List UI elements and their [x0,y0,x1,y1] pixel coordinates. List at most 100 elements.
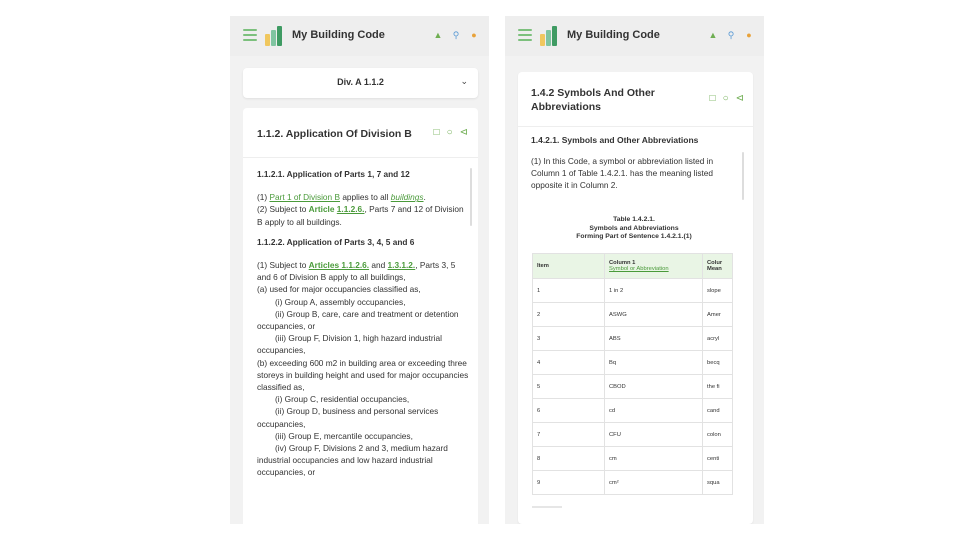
text: (ii) Group B, care, care and treatment o… [257,308,459,332]
cell-item: 4 [532,350,605,375]
hamburger-icon[interactable] [518,29,532,41]
user-icon[interactable]: ● [469,29,479,41]
cell-meaning: colon [702,422,733,447]
home-icon[interactable]: ▲ [708,29,718,41]
division-select-value: Div. A 1.1.2 [337,77,384,87]
list-item: (iv) Group F, Divisions 2 and 3, medium … [257,442,469,479]
top-bar: My Building Code ▲ ⚲ ● [505,16,764,56]
link-1-1-2-6[interactable]: 1.1.2.6. [337,204,365,214]
link-article[interactable]: Article [309,204,335,214]
text: (iii) Group F, Division 1, high hazard i… [257,333,442,356]
text: (ii) Group D, business and personal serv… [257,406,439,429]
scrollbar[interactable] [470,168,472,226]
table-row: 3 ABS acryl [532,326,733,351]
cell-symbol: Bq [604,350,703,375]
subsection-heading: 1.4.2.1. Symbols and Other Abbreviations [531,135,699,145]
header-link[interactable]: Symbol or Abbreviation [609,266,698,273]
cell-item: 5 [532,374,605,399]
comment-icon[interactable]: ○ [447,127,453,139]
list-item: (i) Group A, assembly occupancies, [275,296,406,307]
cell-meaning: cand [702,398,733,423]
section-title: 1.4.2 Symbols And Other Abbreviations [531,87,655,113]
col-header-meaning: Colur Mean [702,253,733,279]
top-bar: My Building Code ▲ ⚲ ● [230,16,489,56]
user-icon[interactable]: ● [744,29,754,41]
table-row: 4 Bq becq [532,350,733,375]
scrollbar[interactable] [742,152,744,200]
cell-item: 3 [532,326,605,351]
section-actions: □ ○ ⊲ [710,93,744,105]
hamburger-icon[interactable] [243,29,257,41]
top-actions: ▲ ⚲ ● [433,29,479,41]
section-header: 1.1.2. Application Of Division B □ ○ ⊲ [243,108,478,158]
subsection-heading: 1.1.2.2. Application of Parts 3, 4, 5 an… [257,236,415,247]
app-logo [265,26,287,46]
text: (1) [257,192,270,203]
cell-meaning: squa [702,470,733,495]
bookmark-icon[interactable]: □ [710,93,716,105]
text: . [423,192,426,203]
home-icon[interactable]: ▲ [433,29,443,41]
table-row: 2 ASWG Amer [532,302,733,327]
section-card: 1.1.2. Application Of Division B □ ○ ⊲ 1… [243,108,478,524]
col-header-item: Item [532,253,605,279]
cell-meaning: Amer [702,302,733,327]
list-item: (iii) Group F, Division 1, high hazard i… [257,332,469,356]
search-icon[interactable]: ⚲ [451,29,461,41]
cell-meaning: centi [702,446,733,471]
division-select[interactable]: Div. A 1.1.2 ⌄ [243,68,478,98]
text: (iv) Group F, Divisions 2 and 3, medium … [257,443,448,478]
cell-item: 2 [532,302,605,327]
list-item: (ii) Group B, care, care and treatment o… [257,308,469,332]
text: (1) Subject to [257,260,309,271]
cell-symbol: ASWG [604,302,703,327]
left-screen: My Building Code ▲ ⚲ ● Div. A 1.1.2 ⌄ 1.… [230,16,489,524]
caption-line: Forming Part of Sentence 1.4.2.1.(1) [576,233,692,241]
section-actions: □ ○ ⊲ [434,127,468,139]
chevron-down-icon: ⌄ [460,76,468,86]
list-item: (iii) Group E, mercantile occupancies, [275,430,413,441]
text: (2) Subject to [257,204,309,215]
text: applies to all [340,192,391,203]
comment-icon[interactable]: ○ [723,93,729,105]
divider [532,506,562,508]
cell-symbol: cm² [604,470,703,495]
cell-meaning: becq [702,350,733,375]
header-text: Mean [707,266,722,272]
list-item: (a) used for major occupancies classifie… [257,284,421,295]
table-row: 5 CBOD the fi [532,374,733,399]
link-part1[interactable]: Part 1 of Division B [269,192,340,202]
cell-symbol: ABS [604,326,703,351]
cell-item: 8 [532,446,605,471]
table-header-row: Item Column 1 Symbol or Abbreviation Colu… [532,253,733,279]
link-buildings[interactable]: buildings [391,192,424,202]
col-header-symbol: Column 1 Symbol or Abbreviation [604,253,703,279]
link-articles-1-1-2-6[interactable]: Articles 1.1.2.6. [309,260,369,270]
paragraph: (1) In this Code, a symbol or abbreviati… [531,156,714,191]
cell-item: 1 [532,278,605,303]
section-title: 1.1.2. Application Of Division B [257,128,412,140]
share-icon[interactable]: ⊲ [460,127,468,139]
table-row: 11 in 2 slope [532,278,733,303]
share-icon[interactable]: ⊲ [736,93,744,105]
section-header: 1.4.2 Symbols And Other Abbreviations □ … [518,72,753,127]
subsection-heading: 1.1.2.1. Application of Parts 1, 7 and 1… [257,169,410,179]
table-row: 9 cm² squa [532,470,733,495]
bookmark-icon[interactable]: □ [434,127,440,139]
cell-symbol: 1 in 2 [604,278,703,303]
search-icon[interactable]: ⚲ [726,29,736,41]
symbols-table: Item Column 1 Symbol or Abbreviation Colu… [532,253,733,495]
table-row: 7 CFU colon [532,422,733,447]
app-title: My Building Code [567,29,660,41]
list-item: (ii) Group D, business and personal serv… [257,405,469,429]
cell-item: 9 [532,470,605,495]
table-row: 6 cd cand [532,398,733,423]
section-card: 1.4.2 Symbols And Other Abbreviations □ … [518,72,753,524]
text: and [369,260,388,271]
link-1-3-1-2[interactable]: 1.3.1.2. [388,260,416,270]
cell-symbol: cd [604,398,703,423]
cell-meaning: acryl [702,326,733,351]
cell-item: 7 [532,422,605,447]
paragraph: (1) Part 1 of Division B applies to all … [257,191,469,203]
list-item: (b) exceeding 600 m2 in building area or… [257,357,469,393]
